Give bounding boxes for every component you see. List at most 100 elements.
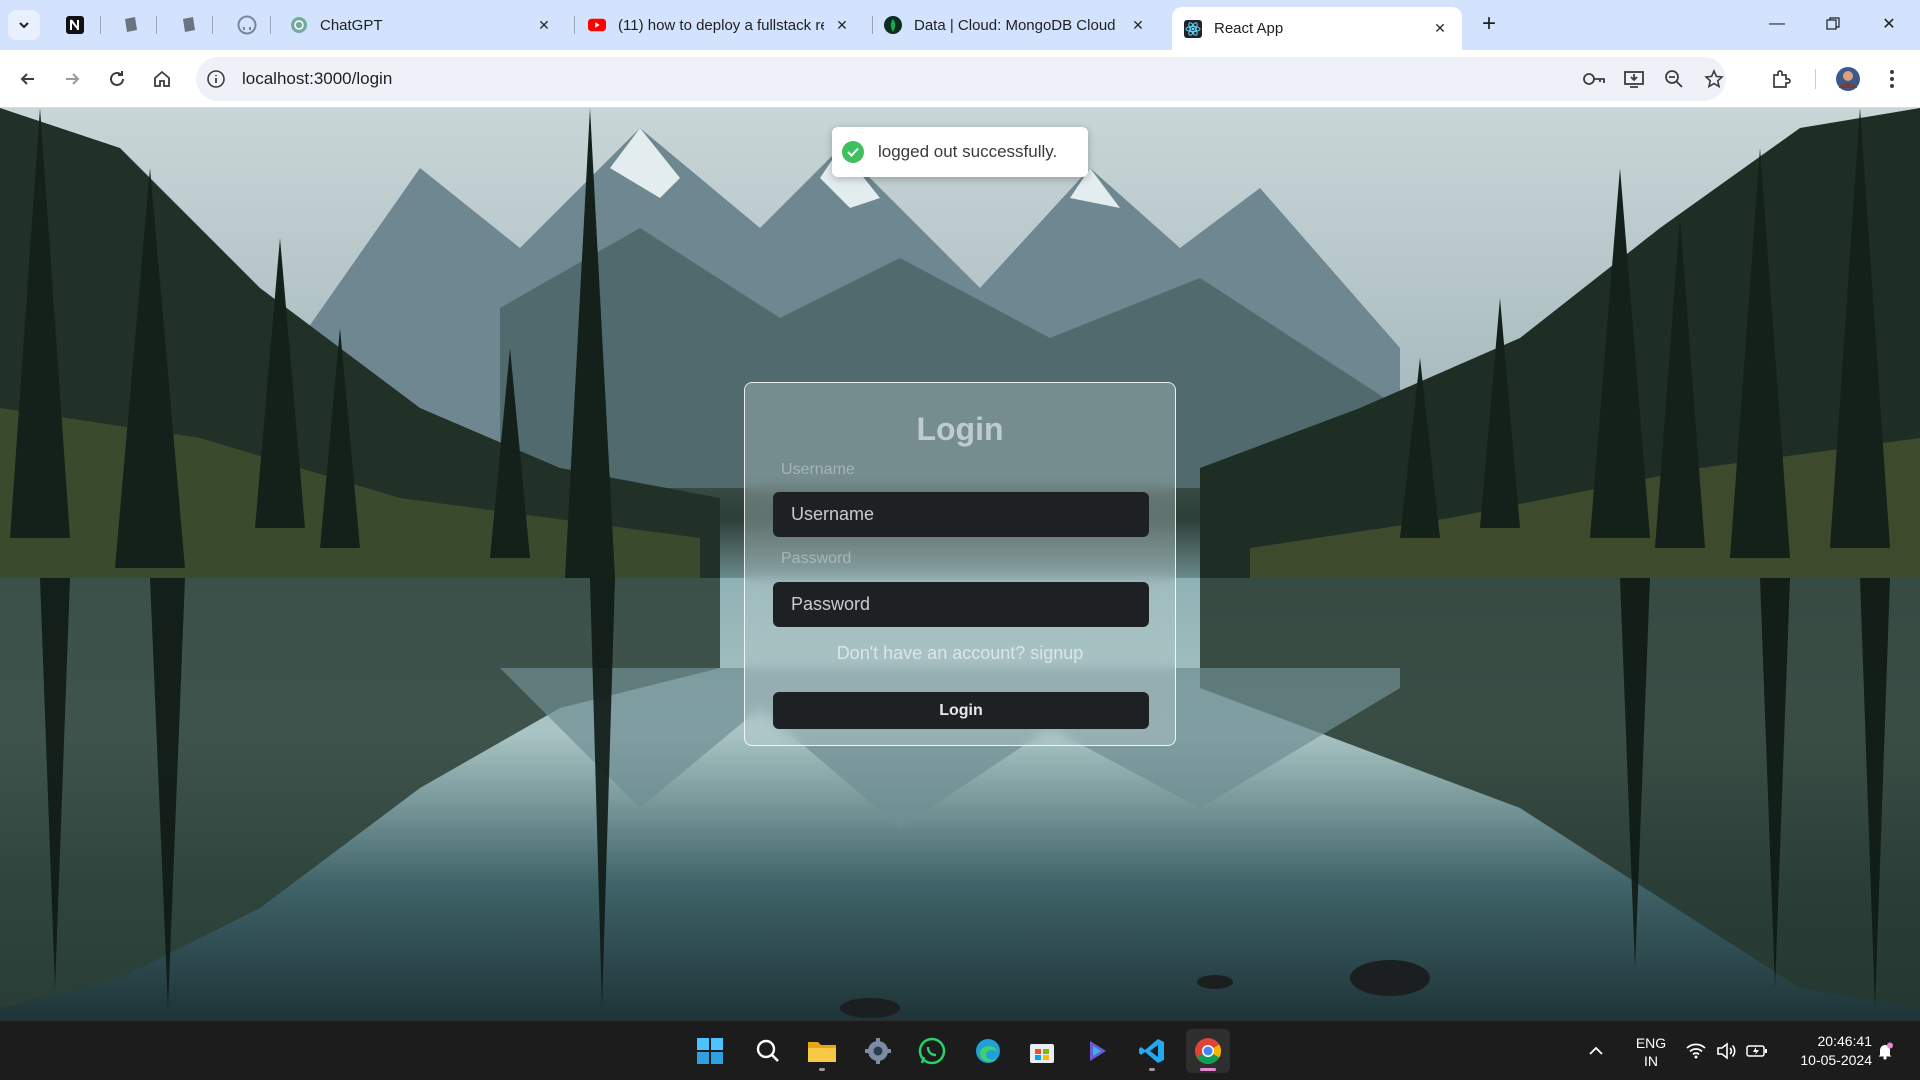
speaker-icon (1717, 1042, 1736, 1060)
login-button[interactable]: Login (773, 692, 1149, 729)
login-form: Login Username Password Don't have an ac… (744, 382, 1176, 746)
whatsapp-icon (918, 1037, 946, 1065)
tab-mongodb[interactable]: Data | Cloud: MongoDB Cloud ✕ (872, 8, 1160, 42)
running-indicator (1149, 1068, 1155, 1071)
back-arrow-icon (20, 73, 34, 85)
puzzle-icon (1773, 70, 1791, 88)
wifi-icon (1686, 1043, 1706, 1059)
bell-icon (1878, 1042, 1893, 1060)
language-code: ENG (1635, 1035, 1667, 1051)
battery-status[interactable] (1746, 1021, 1768, 1080)
pinned-tab-github[interactable] (234, 12, 260, 38)
chevron-down-icon (19, 22, 29, 29)
search-icon (756, 1039, 779, 1062)
zoom-icon[interactable] (1662, 68, 1686, 90)
pinned-tab-doc-2[interactable] (176, 12, 202, 38)
password-key-icon[interactable] (1582, 68, 1606, 90)
close-icon[interactable]: ✕ (1430, 19, 1450, 39)
taskbar-edge[interactable] (966, 1029, 1010, 1073)
tab-youtube[interactable]: (11) how to deploy a fullstack re ✕ (576, 8, 864, 42)
tab-title: React App (1214, 20, 1284, 37)
success-check-icon (842, 141, 864, 163)
tab-separator (270, 16, 271, 34)
home-icon (154, 70, 170, 87)
avatar (1836, 67, 1860, 91)
tab-search-button[interactable] (8, 10, 40, 40)
forward-button[interactable] (56, 63, 88, 95)
home-button[interactable] (146, 63, 178, 95)
taskbar-chrome[interactable] (1186, 1029, 1230, 1073)
pinned-tab-doc-1[interactable] (118, 12, 144, 38)
back-button[interactable] (12, 63, 44, 95)
new-tab-button[interactable]: + (1476, 12, 1502, 38)
tab-title: Data | Cloud: MongoDB Cloud (914, 16, 1116, 34)
tab-separator (212, 16, 213, 34)
taskbar-search-button[interactable] (746, 1029, 790, 1073)
clock-time: 20:46:41 (1817, 1033, 1873, 1049)
windows-taskbar: ENG IN 20:46:41 10-05-2024 (0, 1020, 1920, 1080)
clock-date: 10-05-2024 (1800, 1052, 1872, 1068)
chatgpt-icon (290, 16, 308, 34)
react-icon (1184, 19, 1202, 38)
taskbar-settings[interactable] (856, 1029, 900, 1073)
tab-react-app[interactable]: React App ✕ (1172, 7, 1462, 50)
notion-icon (66, 16, 84, 34)
taskbar-vscode[interactable] (1130, 1029, 1174, 1073)
wifi-status[interactable] (1686, 1021, 1706, 1080)
gear-icon (865, 1038, 891, 1064)
reload-button[interactable] (101, 63, 133, 95)
close-window-button[interactable]: ✕ (1866, 8, 1912, 40)
running-indicator (819, 1068, 825, 1071)
username-input[interactable] (773, 492, 1149, 537)
tray-overflow-button[interactable] (1588, 1021, 1604, 1080)
toast-notification: logged out successfully. (832, 127, 1088, 177)
github-icon (237, 15, 257, 35)
signup-link[interactable]: Don't have an account? signup (745, 643, 1175, 664)
close-icon[interactable]: ✕ (534, 15, 554, 35)
region-code: IN (1644, 1053, 1658, 1069)
close-icon: ✕ (1882, 16, 1896, 33)
toast-message: logged out successfully. (878, 142, 1058, 161)
reload-icon (110, 71, 124, 86)
restore-button[interactable] (1810, 8, 1856, 40)
taskbar-copilot[interactable] (1076, 1029, 1120, 1073)
mongodb-icon (884, 16, 902, 34)
tab-chatgpt[interactable]: ChatGPT ✕ (278, 8, 566, 42)
language-indicator[interactable]: ENG IN (1628, 1034, 1674, 1070)
browser-toolbar: localhost:3000/login (0, 50, 1920, 108)
document-icon (183, 17, 195, 32)
chrome-icon (1195, 1038, 1222, 1065)
toolbar-separator (1815, 69, 1816, 89)
notifications-button[interactable] (1876, 1021, 1894, 1080)
bookmark-star-icon[interactable] (1702, 68, 1726, 90)
restore-icon (1826, 17, 1840, 30)
login-title: Login (916, 411, 1004, 447)
extensions-button[interactable] (1765, 63, 1797, 95)
minimize-icon: — (1769, 15, 1785, 32)
tab-title: (11) how to deploy a fullstack re (618, 16, 824, 34)
menu-button[interactable] (1876, 63, 1908, 95)
page-content: logged out successfully. Login Username … (0, 108, 1920, 1020)
profile-button[interactable] (1832, 63, 1864, 95)
install-app-icon[interactable] (1622, 68, 1646, 90)
system-clock[interactable]: 20:46:41 10-05-2024 (1780, 1032, 1872, 1070)
chevron-up-icon (1589, 1046, 1603, 1055)
minimize-button[interactable]: — (1754, 8, 1800, 40)
taskbar-whatsapp[interactable] (910, 1029, 954, 1073)
volume-status[interactable] (1716, 1021, 1736, 1080)
url-text: localhost:3000/login (242, 69, 393, 88)
forward-arrow-icon (66, 73, 80, 85)
edge-browser-icon (976, 1039, 1000, 1063)
battery-charging-icon (1746, 1045, 1767, 1057)
folder-icon (808, 1042, 836, 1062)
site-info-icon[interactable] (206, 69, 226, 89)
password-input[interactable] (773, 582, 1149, 627)
start-button[interactable] (688, 1029, 732, 1073)
copilot-icon (1090, 1041, 1106, 1061)
close-icon[interactable]: ✕ (832, 15, 852, 35)
pinned-tab-notion[interactable] (62, 12, 88, 38)
taskbar-store[interactable] (1020, 1029, 1064, 1073)
taskbar-file-explorer[interactable] (800, 1029, 844, 1073)
address-bar[interactable]: localhost:3000/login (196, 57, 1726, 101)
close-icon[interactable]: ✕ (1128, 15, 1148, 35)
